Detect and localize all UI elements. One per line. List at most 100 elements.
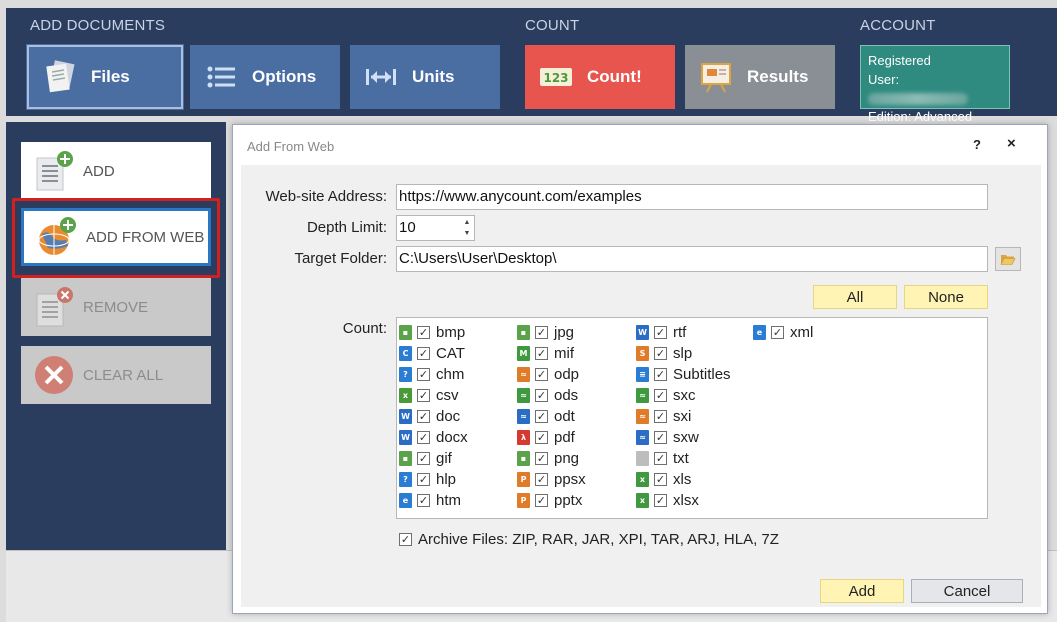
depth-limit-stepper[interactable]: 10 ▲ ▼ <box>396 215 475 241</box>
spin-arrows-icon[interactable]: ▲ ▼ <box>461 217 473 239</box>
account-info[interactable]: Registered User: Edition: Advanced <box>860 45 1010 124</box>
presentation-board-icon <box>701 63 731 93</box>
file-type-option[interactable]: ≈ ✓ sxc <box>636 385 731 406</box>
file-type-checkbox[interactable]: ✓ <box>654 494 667 507</box>
units-button[interactable]: Units <box>350 45 500 109</box>
file-type-checkbox[interactable]: ✓ <box>417 473 430 486</box>
file-type-checkbox[interactable]: ✓ <box>654 473 667 486</box>
file-type-option[interactable]: ▪ ✓ gif <box>399 448 468 469</box>
text-doc-icon: ≈ <box>517 409 530 424</box>
file-type-option[interactable]: S ✓ slp <box>636 343 731 364</box>
file-type-option[interactable]: ≈ ✓ sxw <box>636 427 731 448</box>
file-type-checkbox[interactable]: ✓ <box>535 494 548 507</box>
file-type-option[interactable]: e ✓ htm <box>399 490 468 511</box>
file-type-option[interactable]: W ✓ rtf <box>636 322 731 343</box>
section-label-count: COUNT <box>525 17 580 34</box>
file-type-checkbox[interactable]: ✓ <box>417 431 430 444</box>
file-type-label: htm <box>436 492 462 509</box>
file-type-checkbox[interactable]: ✓ <box>417 494 430 507</box>
file-type-checkbox[interactable]: ✓ <box>535 473 548 486</box>
browse-folder-button[interactable] <box>995 247 1021 271</box>
file-type-checkbox[interactable]: ✓ <box>417 347 430 360</box>
file-type-option[interactable]: ≈ ✓ sxi <box>636 406 731 427</box>
remove-button[interactable]: REMOVE <box>21 278 211 336</box>
file-type-checkbox[interactable]: ✓ <box>654 368 667 381</box>
file-type-option[interactable]: ▪ ✓ bmp <box>399 322 468 343</box>
file-type-checkbox[interactable]: ✓ <box>654 347 667 360</box>
file-type-option[interactable]: ? ✓ chm <box>399 364 468 385</box>
archive-files-checkbox[interactable]: ✓ <box>399 533 412 546</box>
dialog-title: Add From Web <box>247 139 335 154</box>
file-type-checkbox[interactable]: ✓ <box>417 452 430 465</box>
options-button[interactable]: Options <box>190 45 340 109</box>
file-type-label: csv <box>436 387 459 404</box>
file-type-option[interactable]: M ✓ mif <box>517 343 586 364</box>
files-button[interactable]: Files <box>26 44 184 110</box>
file-type-checkbox[interactable]: ✓ <box>535 452 548 465</box>
file-type-option[interactable]: x ✓ csv <box>399 385 468 406</box>
file-type-option[interactable]: C ✓ CAT <box>399 343 468 364</box>
file-type-checkbox[interactable]: ✓ <box>654 410 667 423</box>
user-label: User: <box>868 71 900 87</box>
file-type-label: xlsx <box>673 492 699 509</box>
file-type-option[interactable]: ≈ ✓ odp <box>517 364 586 385</box>
file-type-column: e ✓ xml <box>753 322 813 343</box>
file-type-checkbox[interactable]: ✓ <box>417 410 430 423</box>
clear-all-button[interactable]: CLEAR ALL <box>21 346 211 404</box>
file-type-label: rtf <box>673 324 687 341</box>
website-address-input[interactable]: https://www.anycount.com/examples <box>396 184 988 210</box>
file-type-option[interactable]: ▪ ✓ jpg <box>517 322 586 343</box>
file-type-checkbox[interactable]: ✓ <box>535 410 548 423</box>
cancel-button[interactable]: Cancel <box>911 579 1023 603</box>
pdf-icon: λ <box>517 430 530 445</box>
target-folder-input[interactable]: C:\Users\User\Desktop\ <box>396 246 988 272</box>
file-type-checkbox[interactable]: ✓ <box>417 326 430 339</box>
file-type-label: Subtitles <box>673 366 731 383</box>
add-button[interactable]: ADD <box>21 142 211 200</box>
file-type-option[interactable]: W ✓ doc <box>399 406 468 427</box>
file-type-checkbox[interactable]: ✓ <box>654 431 667 444</box>
file-type-option[interactable]: ✓ txt <box>636 448 731 469</box>
file-type-option[interactable]: ≈ ✓ ods <box>517 385 586 406</box>
file-type-option[interactable]: ≈ ✓ odt <box>517 406 586 427</box>
file-type-option[interactable]: x ✓ xls <box>636 469 731 490</box>
file-type-checkbox[interactable]: ✓ <box>654 389 667 402</box>
file-type-checkbox[interactable]: ✓ <box>771 326 784 339</box>
file-type-option[interactable]: ? ✓ hlp <box>399 469 468 490</box>
file-type-checkbox[interactable]: ✓ <box>654 326 667 339</box>
archive-files-option[interactable]: ✓ Archive Files: ZIP, RAR, JAR, XPI, TAR… <box>399 531 779 548</box>
select-all-button[interactable]: All <box>813 285 897 309</box>
select-none-button[interactable]: None <box>904 285 988 309</box>
count-label: Count: <box>342 320 387 337</box>
file-type-checkbox[interactable]: ✓ <box>417 368 430 381</box>
file-type-option[interactable]: λ ✓ pdf <box>517 427 586 448</box>
file-type-option[interactable]: ▪ ✓ png <box>517 448 586 469</box>
close-icon[interactable]: × <box>1007 135 1016 152</box>
file-type-option[interactable]: e ✓ xml <box>753 322 813 343</box>
file-type-checkbox[interactable]: ✓ <box>535 431 548 444</box>
file-type-option[interactable]: P ✓ pptx <box>517 490 586 511</box>
file-type-option[interactable]: W ✓ docx <box>399 427 468 448</box>
file-type-label: sxi <box>673 408 692 425</box>
results-button[interactable]: Results <box>685 45 835 109</box>
help-icon[interactable]: ? <box>973 137 981 152</box>
file-type-label: ods <box>554 387 579 404</box>
file-type-checkbox[interactable]: ✓ <box>654 452 667 465</box>
count-button[interactable]: 123 Count! <box>525 45 675 109</box>
file-type-checkbox[interactable]: ✓ <box>417 389 430 402</box>
file-type-label: pptx <box>554 492 583 509</box>
file-type-checkbox[interactable]: ✓ <box>535 347 548 360</box>
add-button-dialog[interactable]: Add <box>820 579 904 603</box>
file-type-checkbox[interactable]: ✓ <box>535 389 548 402</box>
file-type-checkbox[interactable]: ✓ <box>535 368 548 381</box>
file-type-label: mif <box>554 345 574 362</box>
file-type-option[interactable]: x ✓ xlsx <box>636 490 731 511</box>
redacted-username <box>868 92 968 105</box>
file-type-option[interactable]: ≡ ✓ Subtitles <box>636 364 731 385</box>
dialog-body: Web-site Address: https://www.anycount.c… <box>241 165 1041 607</box>
file-type-label: xml <box>790 324 814 341</box>
file-type-checkbox[interactable]: ✓ <box>535 326 548 339</box>
documents-icon <box>46 60 75 93</box>
file-type-label: pdf <box>554 429 575 446</box>
file-type-option[interactable]: P ✓ ppsx <box>517 469 586 490</box>
